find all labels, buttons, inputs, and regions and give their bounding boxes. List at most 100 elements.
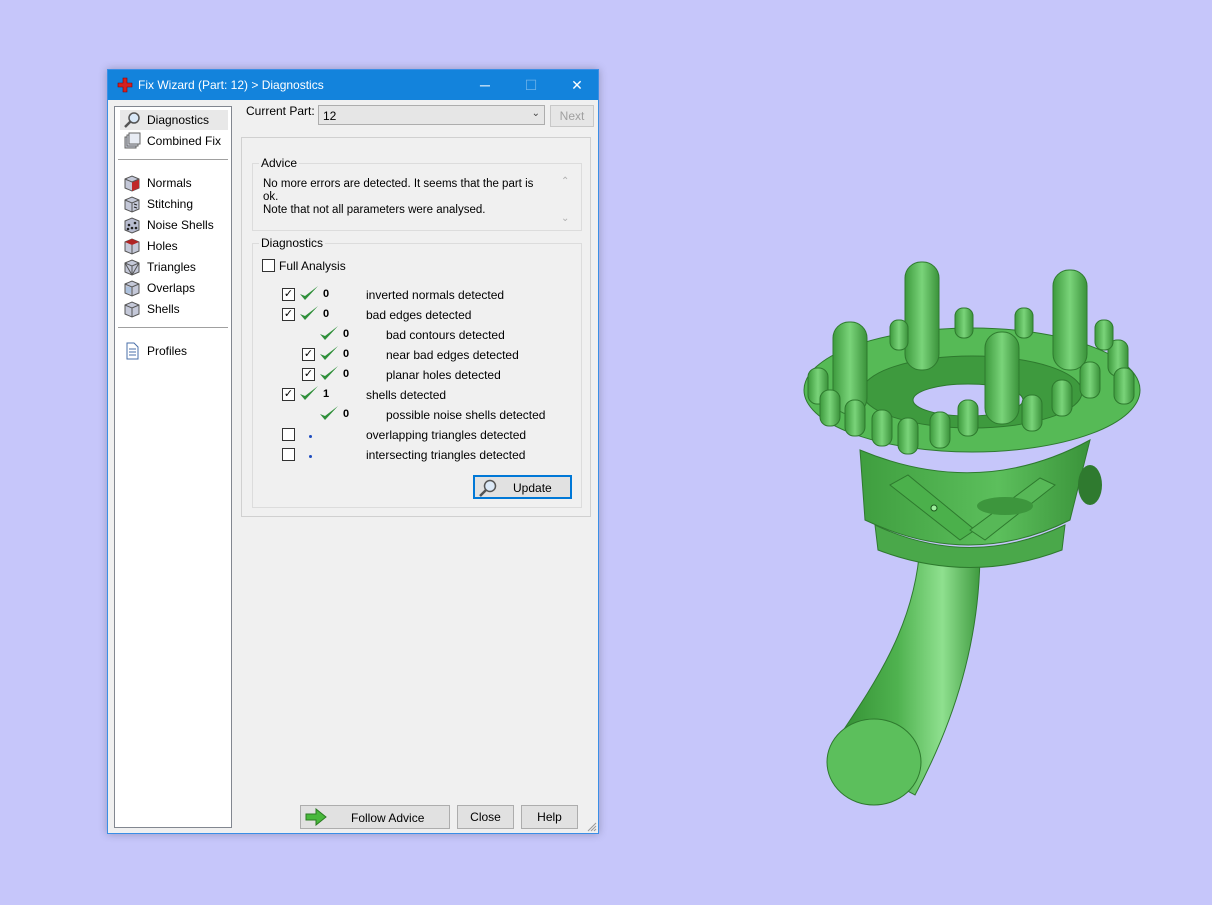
sidebar-divider [118, 159, 228, 160]
3d-model-viewport[interactable] [790, 250, 1150, 820]
maximize-button[interactable]: ☐ [508, 70, 554, 100]
sidebar-item-holes[interactable]: Holes [120, 236, 228, 256]
shells-cube-icon [124, 301, 140, 318]
diagnostic-count: 0 [323, 288, 330, 300]
advice-text: No more errors are detected. It seems th… [263, 178, 543, 217]
green-check-icon [320, 406, 338, 420]
current-part-label: Current Part: [246, 104, 315, 118]
advice-line: Note that not all parameters were analys… [263, 204, 486, 216]
next-button[interactable]: Next [550, 105, 594, 127]
green-check-icon [320, 326, 338, 340]
update-button[interactable]: Update [473, 475, 572, 499]
diagnostic-label: possible noise shells detected [386, 408, 546, 422]
holes-cube-icon [124, 238, 140, 255]
sidebar-item-label: Stitching [147, 197, 194, 211]
chevron-up-icon[interactable]: ⌃ [561, 176, 569, 187]
layers-icon [124, 132, 141, 149]
advice-line: No more errors are detected. It seems th… [263, 178, 534, 203]
arrow-right-icon [305, 808, 327, 826]
resize-grip-icon[interactable] [587, 822, 597, 832]
sidebar-item-noise-shells[interactable]: Noise Shells [120, 215, 228, 235]
diagnostic-label: shells detected [366, 388, 447, 402]
diagnostic-row: ✓ 0 near bad edges detected [253, 346, 573, 366]
magnifier-icon [124, 112, 140, 128]
diagnostic-row: 0 possible noise shells detected [253, 406, 573, 426]
diagnostic-checkbox[interactable] [282, 448, 295, 461]
close-button[interactable]: Close [457, 805, 514, 829]
green-check-icon [300, 286, 318, 300]
sidebar-item-label: Profiles [147, 344, 188, 358]
sidebar-item-label: Noise Shells [147, 218, 214, 232]
normals-cube-icon [124, 175, 140, 192]
diagnostic-label: overlapping triangles detected [366, 428, 527, 442]
sidebar-item-profiles[interactable]: Profiles [120, 341, 228, 361]
diagnostic-checkbox[interactable]: ✓ [302, 368, 315, 381]
diagnostic-checkbox[interactable]: ✓ [282, 288, 295, 301]
close-window-button[interactable]: ✕ [554, 70, 600, 100]
diagnostic-row: ✓ 0 inverted normals detected [253, 286, 573, 306]
diagnostic-row: ✓ 0 bad edges detected [253, 306, 573, 326]
diagnostic-row: ✓ 1 shells detected [253, 386, 573, 406]
advice-title: Advice [259, 156, 300, 170]
wizard-step-list: Diagnostics Combined Fix Normals Stitchi… [114, 106, 232, 828]
sidebar-divider [118, 327, 228, 328]
diagnostic-checkbox[interactable]: ✓ [282, 308, 295, 321]
diagnostic-row: intersecting triangles detected [253, 448, 573, 466]
chevron-down-icon[interactable]: ⌄ [561, 213, 569, 224]
diagnostic-label: bad contours detected [386, 328, 505, 342]
diagnostic-count: 0 [343, 368, 350, 380]
pending-dot-icon [309, 455, 312, 458]
current-part-select[interactable]: 12 ⌄ [318, 105, 545, 125]
diagnostic-checkbox[interactable]: ✓ [282, 388, 295, 401]
diagnostic-label: intersecting triangles detected [366, 448, 526, 462]
advice-group: Advice No more errors are detected. It s… [252, 156, 582, 231]
sidebar-item-stitching[interactable]: Stitching [120, 194, 228, 214]
sidebar-item-triangles[interactable]: Triangles [120, 257, 228, 277]
diagnostic-count: 0 [323, 308, 330, 320]
diagnostics-group: Diagnostics Full Analysis ✓ 0 inverted nor… [252, 236, 582, 508]
sidebar-item-label: Normals [147, 176, 192, 190]
document-icon [126, 342, 139, 360]
triangles-cube-icon [124, 259, 140, 276]
minimize-button[interactable]: ─ [462, 70, 508, 100]
red-cross-app-icon [117, 77, 133, 93]
stitching-cube-icon [124, 196, 140, 213]
sidebar-item-combined-fix[interactable]: Combined Fix [120, 131, 228, 151]
diagnostic-row: overlapping triangles detected [253, 428, 573, 446]
help-button[interactable]: Help [521, 805, 578, 829]
follow-advice-button[interactable]: Follow Advice [300, 805, 450, 829]
green-check-icon [320, 366, 338, 380]
diagnostic-label: inverted normals detected [366, 288, 505, 302]
magnifier-icon [479, 479, 497, 497]
window-title: Fix Wizard (Part: 12) > Diagnostics [138, 78, 324, 92]
diagnostics-panel: Advice No more errors are detected. It s… [241, 137, 591, 517]
green-check-icon [300, 306, 318, 320]
sidebar-item-label: Triangles [147, 260, 196, 274]
sidebar-item-diagnostics[interactable]: Diagnostics [120, 110, 228, 130]
sidebar-item-overlaps[interactable]: Overlaps [120, 278, 228, 298]
diagnostic-label: planar holes detected [386, 368, 501, 382]
diagnostic-count: 0 [343, 328, 350, 340]
diagnostic-row: ✓ 0 planar holes detected [253, 366, 573, 386]
sidebar-item-normals[interactable]: Normals [120, 173, 228, 193]
sidebar-item-shells[interactable]: Shells [120, 299, 228, 319]
advice-scrollbar[interactable]: ⌃ ⌄ [559, 176, 573, 224]
pending-dot-icon [309, 435, 312, 438]
green-check-icon [300, 386, 318, 400]
sidebar-item-label: Combined Fix [147, 134, 222, 148]
diagnostic-label: bad edges detected [366, 308, 472, 322]
diagnostic-checkbox[interactable]: ✓ [302, 348, 315, 361]
diagnostic-label: near bad edges detected [386, 348, 519, 362]
diagnostic-count: 0 [343, 348, 350, 360]
diagnostic-checkbox[interactable] [282, 428, 295, 441]
full-analysis-checkbox[interactable] [262, 259, 275, 272]
sidebar-item-label: Diagnostics [147, 113, 210, 127]
title-bar[interactable]: Fix Wizard (Part: 12) > Diagnostics ─ ☐ … [108, 70, 598, 100]
fix-wizard-window: Fix Wizard (Part: 12) > Diagnostics ─ ☐ … [107, 69, 599, 834]
green-check-icon [320, 346, 338, 360]
diagnostic-count: 1 [323, 388, 330, 400]
sidebar-item-label: Holes [147, 239, 178, 253]
sidebar-item-label: Overlaps [147, 281, 196, 295]
full-analysis-label: Full Analysis [279, 259, 346, 273]
jewelry-model [803, 261, 1141, 806]
